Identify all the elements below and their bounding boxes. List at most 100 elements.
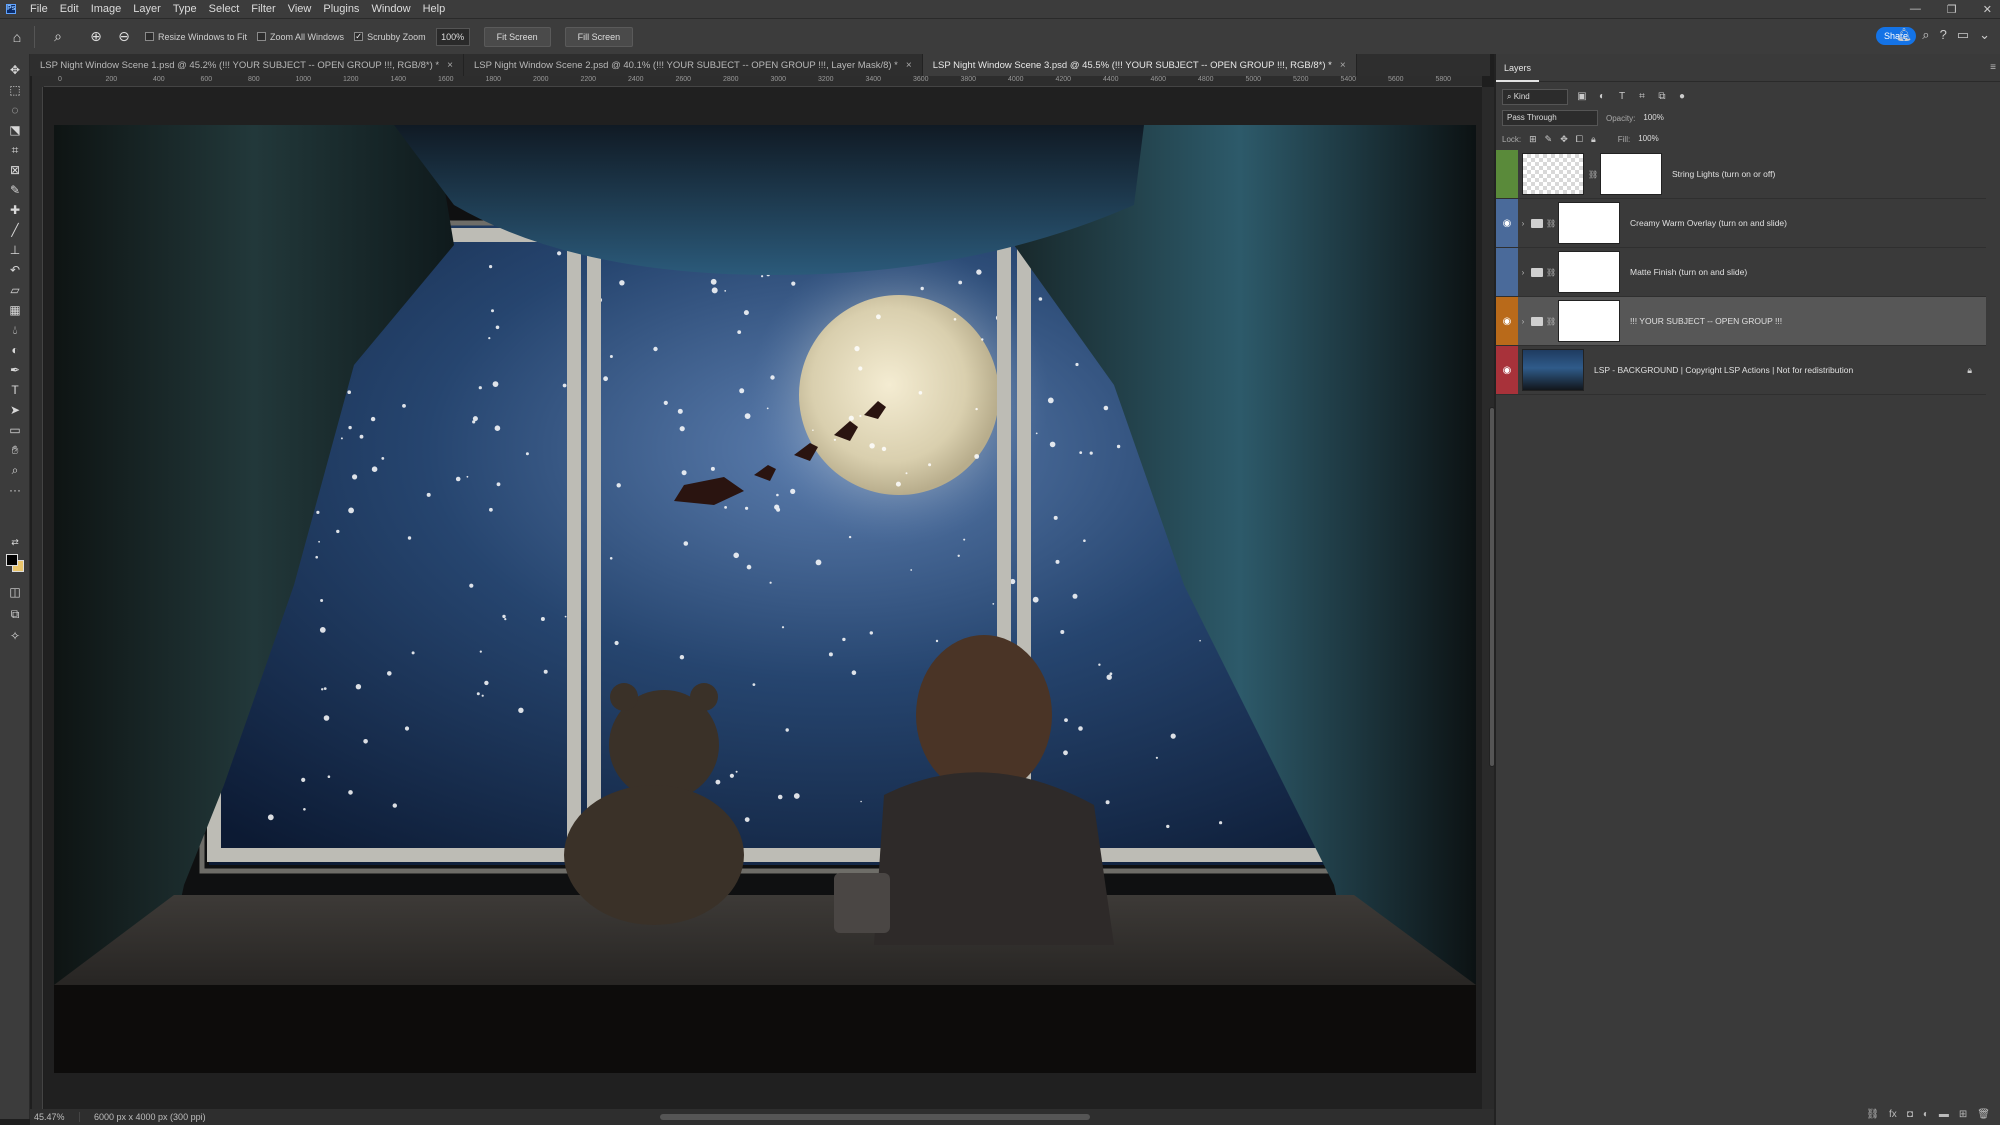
fx-icon[interactable]: fx (1889, 1109, 1897, 1120)
layer-thumbnail[interactable] (1522, 349, 1584, 391)
filter-toggle-icon[interactable]: ● (1676, 91, 1688, 103)
lock-position-icon[interactable]: ✥ (1560, 134, 1568, 145)
horizontal-scroll-thumb[interactable] (660, 1114, 1090, 1120)
chevron-right-icon[interactable]: › (1518, 219, 1528, 228)
visibility-toggle[interactable]: ◉ (1496, 346, 1518, 394)
rectangle-tool-icon[interactable]: ▭ (6, 422, 24, 438)
minimize-icon[interactable]: — (1910, 3, 1921, 15)
crop-tool-icon[interactable]: ⌗ (6, 142, 24, 158)
layer-mask-thumbnail[interactable] (1558, 300, 1620, 342)
menu-file[interactable]: File (24, 3, 54, 15)
menu-image[interactable]: Image (85, 3, 128, 15)
generative-icon[interactable]: ✧ (6, 628, 24, 644)
pen-tool-icon[interactable]: ✒ (6, 362, 24, 378)
zoom-in-icon[interactable]: ⊕ (85, 26, 107, 48)
resize-windows-checkbox[interactable]: Resize Windows to Fit (145, 32, 247, 42)
chevron-right-icon[interactable]: › (1518, 268, 1528, 277)
add-mask-icon[interactable]: ◘ (1907, 1109, 1913, 1120)
eye-icon[interactable]: ◉ (1503, 218, 1512, 229)
home-icon[interactable]: ⌂ (6, 26, 28, 48)
zoom-percent-field[interactable]: 100% (435, 27, 470, 46)
layer-row[interactable]: ◉ LSP - BACKGROUND | Copyright LSP Actio… (1496, 346, 1986, 395)
layer-row-selected[interactable]: ◉ › ⛓︎ !!! YOUR SUBJECT -- OPEN GROUP !!… (1496, 297, 1986, 346)
object-selection-tool-icon[interactable]: ⬔ (6, 122, 24, 138)
zoom-level[interactable]: 45.47% (30, 1112, 80, 1122)
layer-row[interactable]: ◉ › ⛓︎ Creamy Warm Overlay (turn on and … (1496, 199, 1986, 248)
search-icon[interactable]: ⌕ (1922, 27, 1929, 43)
new-layer-icon[interactable]: ⊞ (1959, 1109, 1967, 1120)
layer-row[interactable]: ⛓︎ String Lights (turn on or off) (1496, 150, 1986, 199)
blend-mode-select[interactable]: Pass Through (1502, 110, 1598, 126)
dodge-tool-icon[interactable]: ◐ (6, 342, 24, 358)
vertical-scrollbar[interactable] (1482, 87, 1495, 1109)
lasso-tool-icon[interactable]: ◌ (6, 102, 24, 118)
lock-all-icon[interactable]: 🔒︎ (1591, 134, 1596, 145)
opacity-field[interactable]: 100% (1643, 111, 1673, 125)
menu-help[interactable]: Help (417, 3, 452, 15)
canvas-area[interactable] (44, 87, 1482, 1109)
layer-name[interactable]: Creamy Warm Overlay (turn on and slide) (1630, 218, 1787, 228)
zoom-all-windows-checkbox[interactable]: Zoom All Windows (257, 32, 344, 42)
zoom-out-icon[interactable]: ⊖ (113, 26, 135, 48)
layer-mask-thumbnail[interactable] (1600, 153, 1662, 195)
layer-name[interactable]: Matte Finish (turn on and slide) (1630, 267, 1747, 277)
layer-mask-thumbnail[interactable] (1558, 251, 1620, 293)
more-tools-icon[interactable]: ··· (6, 482, 24, 498)
document-info[interactable]: 6000 px x 4000 px (300 ppi) (80, 1112, 206, 1122)
link-icon[interactable]: ⛓︎ (1588, 170, 1598, 179)
tab-document-3[interactable]: LSP Night Window Scene 3.psd @ 45.5% (!!… (922, 54, 1357, 76)
new-group-icon[interactable]: ▬ (1939, 1109, 1949, 1120)
menu-view[interactable]: View (282, 3, 318, 15)
fill-field[interactable]: 100% (1638, 132, 1668, 146)
smart-object-filter-icon[interactable]: ⧉ (1656, 91, 1668, 103)
vertical-ruler[interactable] (32, 87, 43, 1109)
lock-pixels-icon[interactable]: ✎ (1545, 134, 1553, 145)
link-icon[interactable]: ⛓︎ (1546, 317, 1556, 326)
screen-mode-icon[interactable]: ⧉ (6, 606, 24, 622)
tab-document-1[interactable]: LSP Night Window Scene 1.psd @ 45.2% (!!… (30, 54, 464, 76)
swap-colors-icon[interactable]: ⇄ (6, 534, 24, 550)
layer-name[interactable]: !!! YOUR SUBJECT -- OPEN GROUP !!! (1630, 316, 1782, 326)
brush-tool-icon[interactable]: ╱ (6, 222, 24, 238)
ruler-origin[interactable] (32, 76, 44, 87)
close-icon[interactable]: ✕ (1983, 3, 1992, 16)
tab-layers[interactable]: Layers (1496, 54, 1540, 82)
checkbox-box[interactable] (145, 32, 154, 41)
help-icon[interactable]: ? (1940, 27, 1947, 43)
photoshop-logo-icon[interactable]: Ps (6, 4, 16, 14)
fit-screen-button[interactable]: Fit Screen (483, 26, 551, 47)
workspace-icon[interactable]: ▭ (1957, 27, 1969, 43)
hand-tool-icon[interactable]: ✋︎ (6, 442, 24, 458)
path-selection-tool-icon[interactable]: ➤ (6, 402, 24, 418)
menu-filter[interactable]: Filter (245, 3, 281, 15)
close-tab-icon[interactable]: × (1340, 60, 1346, 71)
delete-layer-icon[interactable]: 🗑︎ (1977, 1109, 1990, 1120)
lock-artboard-icon[interactable]: ⧠ (1576, 134, 1583, 145)
layer-row[interactable]: › ⛓︎ Matte Finish (turn on and slide) (1496, 248, 1986, 297)
zoom-tool-icon[interactable]: ⌕ (6, 462, 24, 478)
move-tool-icon[interactable]: ✥ (6, 62, 24, 78)
visibility-toggle[interactable]: ◉ (1496, 297, 1518, 345)
layer-name[interactable]: String Lights (turn on or off) (1672, 169, 1775, 179)
eraser-tool-icon[interactable]: ▱ (6, 282, 24, 298)
eye-icon[interactable]: ◉ (1503, 365, 1512, 376)
visibility-toggle[interactable] (1496, 248, 1518, 296)
menu-layer[interactable]: Layer (127, 3, 167, 15)
chevron-right-icon[interactable]: › (1518, 317, 1528, 326)
restore-icon[interactable]: ❐ (1947, 3, 1957, 16)
tab-document-2[interactable]: LSP Night Window Scene 2.psd @ 40.1% (!!… (464, 54, 923, 76)
close-tab-icon[interactable]: × (447, 60, 453, 71)
shape-filter-icon[interactable]: ⌗ (1636, 91, 1648, 103)
type-tool-icon[interactable]: T (6, 382, 24, 398)
chevron-down-icon[interactable]: ⌄ (1979, 27, 1990, 43)
bell-icon[interactable]: 🔔︎ (1896, 27, 1913, 43)
zoom-tool-icon[interactable]: ⌕ (47, 26, 69, 48)
marquee-tool-icon[interactable]: ⬚ (6, 82, 24, 98)
visibility-toggle[interactable]: ◉ (1496, 199, 1518, 247)
eye-icon[interactable]: ◉ (1503, 316, 1512, 327)
adjustment-filter-icon[interactable]: ◐ (1596, 91, 1608, 103)
adjustment-layer-icon[interactable]: ◐ (1923, 1109, 1929, 1120)
foreground-color-swatch[interactable] (6, 554, 18, 566)
layer-thumbnail[interactable] (1522, 153, 1584, 195)
menu-edit[interactable]: Edit (54, 3, 85, 15)
